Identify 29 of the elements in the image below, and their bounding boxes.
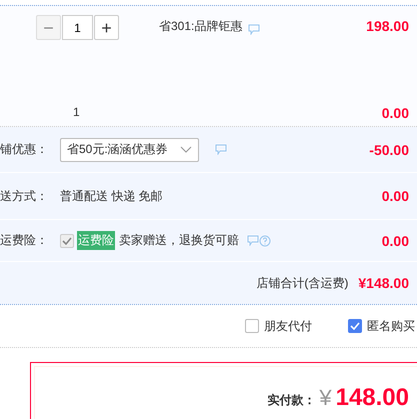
payment-amount: 148.00	[336, 384, 409, 412]
help-icon[interactable]	[259, 234, 271, 246]
row-amount: 0.00	[382, 188, 409, 204]
row-amount: 0.00	[382, 232, 409, 248]
check-icon	[350, 322, 360, 330]
coupon-select[interactable]: 省50元:涵涵优惠券	[60, 138, 199, 162]
quantity-field[interactable]: 1	[62, 15, 93, 40]
chat-icon[interactable]	[248, 24, 260, 35]
delivery-text: 普通配送 快递 免邮	[60, 188, 163, 204]
row-amount: -50.00	[369, 142, 409, 158]
quantity-text: 1	[73, 104, 80, 118]
row-label: 送方式：	[0, 188, 49, 204]
payment-label: 实付款：	[267, 392, 316, 409]
option-checkbox[interactable]: 匿名购买	[348, 318, 415, 334]
insurance-text: 卖家赠送，退换货可赔	[119, 232, 239, 249]
item-price: 0.00	[382, 105, 409, 121]
row-label: 运费险：	[0, 232, 49, 249]
item-price: 198.00	[366, 18, 409, 34]
option-checkbox[interactable]: 朋友代付	[245, 318, 312, 334]
row-label: 铺优惠：	[0, 141, 49, 158]
store-total-label: 店铺合计(含运费)	[256, 274, 348, 292]
insurance-tag: 运费险	[77, 231, 115, 250]
chat-icon[interactable]	[247, 235, 259, 246]
promo-text: 省301:品牌钜惠	[159, 18, 242, 35]
currency-sign: ¥	[319, 384, 332, 410]
chat-icon[interactable]	[214, 144, 227, 155]
caret-icon	[180, 146, 192, 154]
store-total-amount: ¥148.00	[358, 275, 409, 291]
plus-button[interactable]: +	[94, 15, 119, 40]
